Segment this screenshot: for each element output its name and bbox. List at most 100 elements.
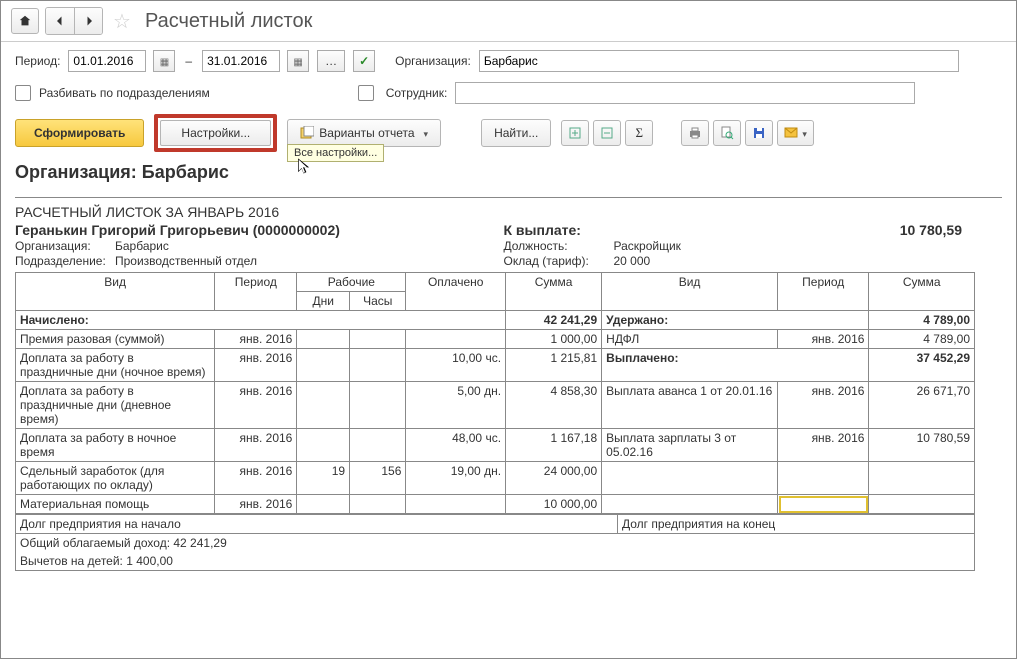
settings-button[interactable]: Настройки... [160, 120, 271, 146]
cell-days[interactable] [297, 349, 350, 382]
cell-days[interactable] [297, 382, 350, 429]
email-button[interactable] [777, 120, 814, 146]
cell-name[interactable]: Доплата за работу в ночное время [16, 429, 215, 462]
cell-hours[interactable]: 156 [350, 462, 406, 495]
cell-name-r[interactable] [602, 495, 778, 514]
cell-name-r[interactable]: Выплата аванса 1 от 20.01.16 [602, 382, 778, 429]
home-button[interactable] [11, 8, 39, 34]
settings-tooltip: Все настройки... [287, 144, 384, 162]
split-by-dept-checkbox[interactable] [15, 85, 31, 101]
th-type-r: Вид [602, 273, 778, 311]
cell-hours[interactable] [350, 330, 406, 349]
cell-name-r[interactable]: Выплата зарплаты 3 от 05.02.16 [602, 429, 778, 462]
selected-cell[interactable] [778, 495, 869, 514]
nav-back-button[interactable] [46, 8, 74, 34]
expand-icon [568, 126, 582, 140]
cell-paid[interactable] [406, 495, 506, 514]
date-from-input[interactable] [68, 50, 146, 72]
cell-period[interactable]: янв. 2016 [215, 462, 297, 495]
find-button[interactable]: Найти... [481, 119, 551, 147]
generate-button[interactable]: Сформировать [15, 119, 144, 147]
cell-period-r[interactable]: янв. 2016 [778, 330, 869, 349]
employee-input[interactable] [455, 82, 915, 104]
cell-paid[interactable] [406, 330, 506, 349]
th-period-r: Период [778, 273, 869, 311]
cell-sum-r[interactable]: 10 780,59 [869, 429, 975, 462]
cell-sum-r[interactable]: 4 789,00 [869, 330, 975, 349]
cell-name[interactable]: Доплата за работу в праздничные дни (ноч… [16, 349, 215, 382]
arrow-right-icon [83, 15, 95, 27]
cell-period-r[interactable]: янв. 2016 [778, 429, 869, 462]
cell-sum[interactable]: 4 858,30 [506, 382, 602, 429]
cell-hours[interactable] [350, 495, 406, 514]
cell-period[interactable]: янв. 2016 [215, 382, 297, 429]
debt-start-label: Долг предприятия на начало [16, 515, 617, 533]
info-dept-label: Подразделение: [15, 254, 115, 268]
date-from-calendar-button[interactable] [153, 50, 175, 72]
period-label: Период: [15, 54, 60, 68]
cell-paid[interactable]: 19,00 дн. [406, 462, 506, 495]
sum-button[interactable]: Σ [625, 120, 653, 146]
cell-sum-r[interactable]: 26 671,70 [869, 382, 975, 429]
cell-name[interactable]: Доплата за работу в праздничные дни (дне… [16, 382, 215, 429]
cell-period-r[interactable] [778, 462, 869, 495]
date-to-calendar-button[interactable] [287, 50, 309, 72]
cell-sum[interactable]: 1 167,18 [506, 429, 602, 462]
cell-name[interactable]: Материальная помощь [16, 495, 215, 514]
th-days: Дни [297, 292, 350, 311]
date-dash: – [185, 54, 192, 68]
info-salary-value: 20 000 [614, 254, 1003, 268]
cell-sum[interactable]: 10 000,00 [506, 495, 602, 514]
employee-filter-checkbox[interactable] [358, 85, 374, 101]
org-filter-checkmark[interactable]: ✓ [353, 50, 375, 72]
cell-sum[interactable]: 1 215,81 [506, 349, 602, 382]
magnifier-icon [720, 126, 734, 140]
cell-hours[interactable] [350, 349, 406, 382]
cell-period[interactable]: янв. 2016 [215, 349, 297, 382]
preview-button[interactable] [713, 120, 741, 146]
payslip-table: Вид Период Рабочие Оплачено Сумма Вид Пе… [15, 272, 975, 514]
cell-name-r[interactable]: НДФЛ [602, 330, 778, 349]
th-hours: Часы [350, 292, 406, 311]
cell-hours[interactable] [350, 429, 406, 462]
cell-period[interactable]: янв. 2016 [215, 495, 297, 514]
organization-heading: Организация: Барбарис [15, 162, 1002, 183]
print-button[interactable] [681, 120, 709, 146]
cell-hours[interactable] [350, 382, 406, 429]
child-deductions: Вычетов на детей: 1 400,00 [15, 552, 975, 571]
organization-input[interactable] [479, 50, 959, 72]
employee-name: Геранькин Григорий Григорьевич (00000000… [15, 222, 504, 238]
cell-days[interactable] [297, 495, 350, 514]
period-picker-button[interactable]: … [317, 50, 345, 72]
chevron-down-icon [798, 126, 807, 140]
cell-paid[interactable]: 48,00 чс. [406, 429, 506, 462]
cell-paid[interactable]: 10,00 чс. [406, 349, 506, 382]
cell-sum-r[interactable] [869, 495, 975, 514]
save-button[interactable] [745, 120, 773, 146]
favorite-star-icon[interactable]: ☆ [109, 9, 135, 34]
accrued-label: Начислено: [16, 311, 506, 330]
accrued-total: 42 241,29 [506, 311, 602, 330]
th-sum: Сумма [506, 273, 602, 311]
report-variants-button[interactable]: Варианты отчета [287, 119, 441, 147]
cell-period[interactable]: янв. 2016 [215, 330, 297, 349]
cell-name-r[interactable] [602, 462, 778, 495]
cell-days[interactable] [297, 429, 350, 462]
cell-sum[interactable]: 1 000,00 [506, 330, 602, 349]
expand-button[interactable] [561, 120, 589, 146]
date-to-input[interactable] [202, 50, 280, 72]
collapse-icon [600, 126, 614, 140]
cell-sum[interactable]: 24 000,00 [506, 462, 602, 495]
payslip-title: РАСЧЕТНЫЙ ЛИСТОК ЗА ЯНВАРЬ 2016 [15, 204, 1002, 220]
cell-name[interactable]: Сдельный заработок (для работающих по ок… [16, 462, 215, 495]
cell-period-r[interactable]: янв. 2016 [778, 382, 869, 429]
cell-days[interactable]: 19 [297, 462, 350, 495]
cell-name[interactable]: Премия разовая (суммой) [16, 330, 215, 349]
nav-forward-button[interactable] [74, 8, 102, 34]
cell-period[interactable]: янв. 2016 [215, 429, 297, 462]
cell-paid[interactable]: 5,00 дн. [406, 382, 506, 429]
cell-sum-r[interactable] [869, 462, 975, 495]
cell-days[interactable] [297, 330, 350, 349]
th-work: Рабочие [297, 273, 406, 292]
collapse-button[interactable] [593, 120, 621, 146]
